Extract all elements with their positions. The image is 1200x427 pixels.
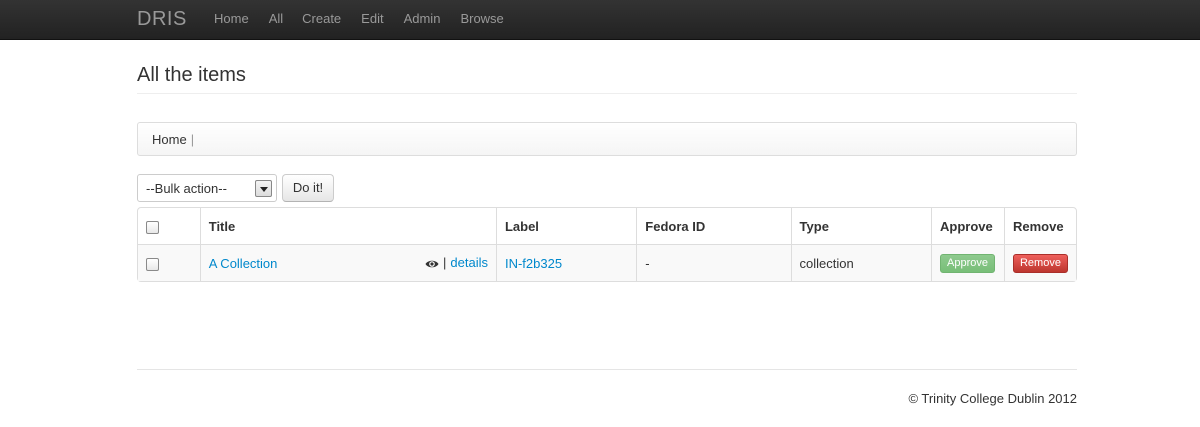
title-divider bbox=[137, 93, 1077, 94]
page-title: All the items bbox=[137, 64, 246, 86]
breadcrumb-divider: | bbox=[190, 132, 195, 147]
remove-button[interactable]: Remove bbox=[1012, 253, 1068, 273]
approve-button[interactable]: Approve bbox=[940, 253, 995, 273]
nav-item-home[interactable]: Home bbox=[214, 11, 249, 26]
title-actions: | details bbox=[425, 255, 488, 272]
bulk-action-selected-value: --Bulk action-- bbox=[146, 181, 227, 196]
footer-divider bbox=[137, 369, 1077, 370]
row-select-cell bbox=[138, 244, 200, 281]
approve-cell: Approve bbox=[931, 244, 1004, 281]
column-header-approve: Approve bbox=[931, 208, 1004, 244]
bulk-action-select[interactable]: --Bulk action-- bbox=[137, 174, 277, 202]
brand-logo[interactable]: DRIS bbox=[137, 8, 187, 31]
column-header-title[interactable]: Title bbox=[199, 208, 496, 244]
column-header-remove: Remove bbox=[1003, 208, 1076, 244]
column-header-type[interactable]: Type bbox=[790, 208, 931, 244]
nav-item-edit[interactable]: Edit bbox=[361, 11, 383, 26]
nav-item-create[interactable]: Create bbox=[302, 11, 341, 26]
select-all-checkbox[interactable] bbox=[146, 220, 159, 234]
row-checkbox[interactable] bbox=[146, 257, 159, 271]
type-cell: collection bbox=[790, 244, 931, 281]
nav-item-admin[interactable]: Admin bbox=[404, 11, 441, 26]
nav-item-all[interactable]: All bbox=[269, 11, 283, 26]
table-row: A Collection | details IN-f2b325 - collec… bbox=[138, 244, 1076, 281]
column-header-fedora-id[interactable]: Fedora ID bbox=[636, 208, 790, 244]
action-separator: | bbox=[443, 255, 447, 270]
item-title-link[interactable]: A Collection bbox=[209, 256, 278, 271]
item-label-link[interactable]: IN-f2b325 bbox=[505, 256, 562, 271]
details-link[interactable]: details bbox=[450, 255, 488, 270]
footer-copyright: © Trinity College Dublin 2012 bbox=[908, 391, 1077, 406]
do-it-button[interactable]: Do it! bbox=[282, 174, 334, 202]
items-table: Title Label Fedora ID Type Approve Remov… bbox=[137, 207, 1077, 282]
nav-item-browse[interactable]: Browse bbox=[460, 11, 503, 26]
remove-cell: Remove bbox=[1003, 244, 1076, 281]
label-cell: IN-f2b325 bbox=[495, 244, 637, 281]
table-header-row: Title Label Fedora ID Type Approve Remov… bbox=[138, 208, 1076, 244]
top-navbar: DRIS Home All Create Edit Admin Browse bbox=[0, 0, 1200, 40]
select-all-header bbox=[138, 208, 200, 244]
title-cell: A Collection | details bbox=[199, 244, 496, 281]
column-header-label[interactable]: Label bbox=[495, 208, 636, 244]
main-nav: Home All Create Edit Admin Browse bbox=[214, 11, 524, 26]
breadcrumb-home[interactable]: Home bbox=[152, 132, 187, 147]
breadcrumb: Home | bbox=[137, 122, 1077, 156]
chevron-down-icon[interactable] bbox=[255, 180, 272, 197]
fedora-id-cell: - bbox=[636, 244, 791, 281]
eye-icon[interactable] bbox=[425, 257, 439, 272]
